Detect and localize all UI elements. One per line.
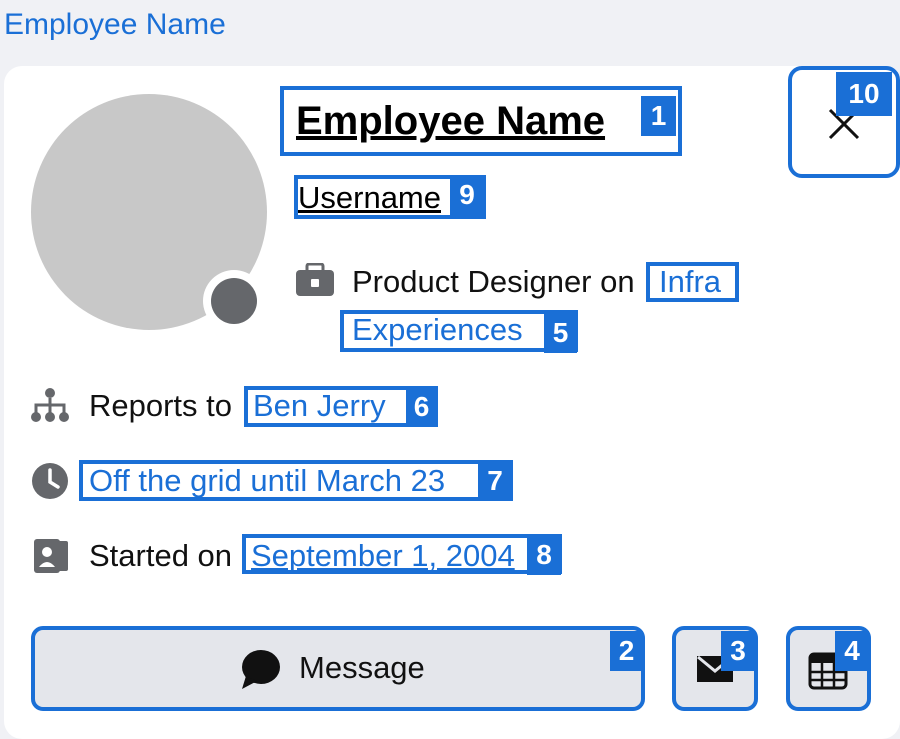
marker-tag-message: 2 [610, 631, 643, 671]
chat-bubble-icon [240, 648, 282, 690]
marker-box-start-date [242, 534, 562, 574]
marker-tag-start-date: 8 [527, 535, 561, 575]
message-button-label: Message [299, 650, 425, 685]
marker-box-status [79, 460, 513, 501]
presence-dot [211, 278, 257, 324]
marker-tag-name: 1 [641, 96, 676, 136]
clock-icon [31, 462, 69, 500]
started-on-label: Started on [89, 538, 233, 573]
marker-box-team-line1 [646, 262, 739, 302]
reports-to-label: Reports to [89, 388, 233, 423]
marker-box-name [280, 86, 682, 156]
marker-box-team-line2 [340, 310, 578, 352]
marker-tag-calendar: 4 [835, 631, 869, 671]
marker-tag-close: 10 [836, 72, 892, 116]
marker-tag-team: 5 [544, 313, 577, 353]
employee-name-link[interactable]: Employee Name [4, 8, 226, 42]
badge-icon [33, 535, 69, 575]
marker-tag-username: 9 [450, 175, 484, 217]
role-text: Product Designer on [352, 264, 635, 299]
briefcase-icon [295, 262, 335, 297]
marker-tag-manager: 6 [406, 387, 437, 427]
marker-tag-email: 3 [721, 631, 755, 671]
presence-indicator [203, 270, 265, 332]
marker-tag-status: 7 [478, 461, 512, 501]
org-chart-icon [30, 387, 70, 423]
